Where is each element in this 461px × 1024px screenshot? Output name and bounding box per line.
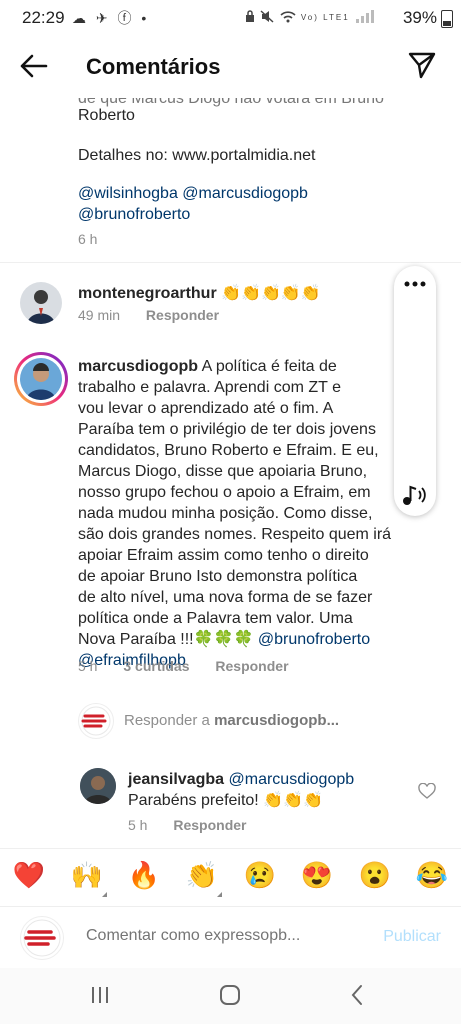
recent-apps-icon[interactable] [90,986,110,1004]
emoji-heart-eyes[interactable]: 😍 [297,860,337,891]
caption-mentions[interactable]: @wilsinhogba @marcusdiogopb [78,183,308,204]
comment-composer: Publicar [0,906,461,969]
emoji-tears-of-joy[interactable]: 😂 [412,860,452,891]
send-direct-icon[interactable] [407,50,437,80]
comment-line: de apoiar Bruno Isto demonstra política [78,568,358,585]
comment-line: nada mudou minha posição. Como disse, [78,505,373,522]
emoji-fire[interactable]: 🔥 [124,860,164,891]
wifi-icon [279,11,296,23]
own-avatar [78,703,114,739]
own-avatar [20,916,64,960]
reply-to-username: marcusdiogopb... [214,712,340,729]
comment-line: apoiar Efraim assim como tenho o direito [78,547,369,564]
comment-meta: 49 min Responder [78,307,219,323]
comment-time: 49 min [78,307,121,323]
signal-icon [356,10,374,24]
comment-line: Marcus Diogo, disse que apoiaria Bruno, [78,463,368,480]
comment-line: nosso grupo fechou o apoio a Efraim, em [78,484,371,501]
network-label: Vo) LTE1 [300,13,350,22]
comment-line: candidatos, Bruno Roberto e Efraim. E eu… [78,442,379,459]
comment-line: trabalho e palavra. Aprendi com ZT e [78,379,341,396]
publish-button[interactable]: Publicar [383,928,441,946]
person-avatar-icon [80,768,116,804]
person-avatar-icon [26,363,56,400]
comment-input[interactable] [86,927,356,945]
battery-icon [441,10,453,28]
emoji-crying[interactable]: 😢 [240,860,280,891]
emoji-raised-hands[interactable]: 🙌 [67,860,107,897]
comment-body: marcusdiogopb A política é feita de trab… [78,356,398,671]
avatar[interactable] [80,768,116,804]
back-arrow-icon[interactable] [18,52,50,80]
avatar[interactable] [14,352,68,406]
status-bar: 22:29 ☁ ✈ ⓕ • Vo) LTE1 39% [0,0,461,34]
comment-line: política onde a Palavra tem valor. Uma [78,610,353,627]
comment-line: vou levar o aprendizado até o fim. A [78,400,334,417]
page-title: Comentários [86,54,221,79]
network-indicator: Vo) LTE1 [245,9,381,24]
comment-meta: 5 h 3 curtidas Responder [78,658,289,674]
reply-button[interactable]: Responder [215,658,288,674]
emoji-glyph: 👏 [185,860,219,890]
caption-time: 6 h [78,231,98,247]
home-icon[interactable] [219,984,241,1006]
caption-line: Roberto [78,107,135,124]
back-nav-icon[interactable] [350,984,364,1006]
emoji-clapping[interactable]: 👏 [182,860,222,897]
comment-line: de alto nível, uma nova forma de se faze… [78,589,373,606]
likes-count[interactable]: 3 curtidas [123,658,189,674]
comment-time: 5 h [78,658,98,674]
comment-line: A política é feita de [201,358,337,375]
heart-outline-icon[interactable] [418,783,436,799]
variant-indicator [102,892,107,897]
variant-indicator [217,892,222,897]
avatar[interactable] [20,282,62,324]
comment-line: Nova Paraíba !!!🍀🍀🍀 [78,631,254,648]
text-to-speech-icon[interactable] [401,484,429,506]
app-header: Comentários [0,34,461,98]
mention-link[interactable]: @marcusdiogopb [229,771,355,788]
status-time: 22:29 [22,8,65,27]
reply-button[interactable]: Responder [173,817,246,833]
emoji-bar-top-divider [0,848,461,849]
comment-text: Parabéns prefeito! 👏👏👏 [128,792,323,809]
reply-button[interactable]: Responder [146,307,219,323]
mute-icon [260,10,274,23]
caption-mention[interactable]: @brunofroberto [78,204,190,225]
comment-line: são dois grandes nomes. Respeito quem ir… [78,526,392,543]
comment-text: 👏👏👏👏👏 [221,285,321,302]
more-options-icon[interactable] [403,280,427,288]
comment-username[interactable]: montenegroarthur [78,285,217,302]
brand-logo-icon [23,919,61,957]
brand-logo-icon [81,706,111,736]
comment-meta: 5 h Responder [128,817,246,833]
comment-line: Paraíba tem o privilégio de ter dois jov… [78,421,376,438]
notification-icons: ☁ ✈ ⓕ • [72,10,150,26]
reply-to-prompt[interactable]: Responder a marcusdiogopb... [124,712,339,729]
caption-details: Detalhes no: www.portalmidia.net [78,147,316,164]
caption-divider [0,262,461,263]
battery-percent: 39% [402,8,437,27]
comment-row: montenegroarthur 👏👏👏👏👏 [78,283,321,304]
floating-action-bar [394,266,436,516]
comment-username[interactable]: marcusdiogopb [78,358,198,375]
system-nav-bar [0,968,461,1024]
comment-row: jeansilvagba @marcusdiogopb [128,769,354,790]
emoji-glyph: 🙌 [70,860,104,890]
person-avatar-icon [27,290,55,324]
lock-icon [245,10,254,23]
emoji-heart[interactable]: ❤️ [9,860,49,891]
comment-time: 5 h [128,817,148,833]
emoji-surprised[interactable]: 😮 [355,860,395,891]
comment-username[interactable]: jeansilvagba [128,771,224,788]
reply-to-prefix: Responder a [124,712,215,729]
mention-link[interactable]: @brunofroberto [258,631,370,648]
